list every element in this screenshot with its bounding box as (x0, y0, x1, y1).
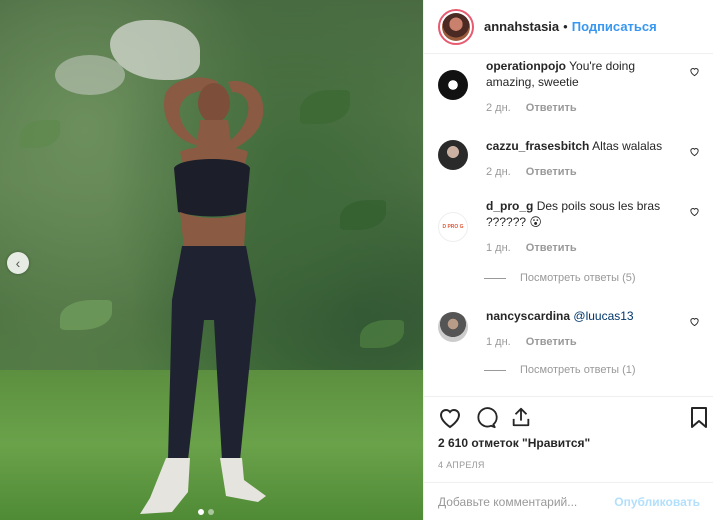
comment-meta: 2 дн. Ответить (486, 166, 577, 178)
likes-count[interactable]: 2 610 отметок "Нравится" (438, 436, 590, 450)
view-replies-label: Посмотреть ответы (1) (520, 364, 636, 376)
heart-icon[interactable] (438, 407, 462, 429)
comment-username[interactable]: nancyscardina (486, 309, 570, 323)
comment-body: cazzu_frasesbitch Altas walalas (486, 138, 686, 154)
post-photo[interactable]: ‹ (0, 0, 423, 520)
follow-button[interactable]: Подписаться (572, 19, 657, 34)
comment-item: operationpojo You're doing amazing, swee… (438, 58, 708, 122)
post-actions (424, 396, 713, 436)
carousel-prev-button[interactable]: ‹ (7, 252, 29, 274)
header-separator: • (563, 19, 568, 34)
comment-item: cazzu_frasesbitch Altas walalas 2 дн. От… (438, 134, 708, 184)
carousel-dot (208, 509, 214, 515)
comment-body: nancyscardina @luucas13 (486, 308, 686, 324)
comment-time: 1 дн. (486, 336, 511, 348)
comment-like-icon[interactable] (689, 316, 700, 327)
author-avatar[interactable] (438, 8, 474, 45)
post-side-panel: annahstasia • Подписаться operationpojo … (423, 0, 713, 520)
carousel-dot-active (198, 509, 204, 515)
comment-avatar[interactable]: D PRO G (438, 212, 468, 242)
comment-body: d_pro_g Des poils sous les bras ?????? 😮 (486, 198, 686, 230)
bookmark-icon[interactable] (690, 407, 708, 429)
share-icon[interactable] (510, 406, 532, 428)
view-replies-label: Посмотреть ответы (5) (520, 272, 636, 284)
author-username[interactable]: annahstasia (484, 19, 559, 34)
replies-line (484, 369, 506, 371)
comment-text: Altas walalas (592, 139, 663, 153)
avatar-logo-text: D PRO G (442, 224, 464, 230)
comment-like-icon[interactable] (689, 146, 700, 157)
comment-username[interactable]: cazzu_frasesbitch (486, 139, 589, 153)
comment-avatar[interactable] (438, 312, 468, 342)
reply-button[interactable]: Ответить (526, 166, 577, 178)
comment-meta: 2 дн. Ответить (486, 102, 577, 114)
comment-meta: 1 дн. Ответить (486, 336, 577, 348)
comment-time: 1 дн. (486, 242, 511, 254)
view-replies-button[interactable]: Посмотреть ответы (5) (484, 272, 636, 284)
reply-button[interactable]: Ответить (526, 242, 577, 254)
post-date[interactable]: 4 АПРЕЛЯ (438, 460, 485, 470)
comment-input[interactable]: Добавьте комментарий... (438, 495, 614, 509)
comment-like-icon[interactable] (689, 66, 700, 77)
comment-like-icon[interactable] (689, 206, 700, 217)
carousel-dots (198, 509, 214, 515)
comment-time: 2 дн. (486, 102, 511, 114)
comment-body: operationpojo You're doing amazing, swee… (486, 58, 686, 90)
comment-username[interactable]: operationpojo (486, 59, 566, 73)
comment-avatar[interactable] (438, 140, 468, 170)
person-figure (140, 77, 266, 514)
comment-username[interactable]: d_pro_g (486, 199, 533, 213)
comment-meta: 1 дн. Ответить (486, 242, 577, 254)
comment-item: nancyscardina @luucas13 1 дн. Ответить П… (438, 306, 708, 386)
reply-button[interactable]: Ответить (526, 336, 577, 348)
comment-mention-link[interactable]: @luucas13 (573, 309, 633, 323)
comment-item: D PRO G d_pro_g Des poils sous les bras … (438, 198, 708, 288)
publish-button[interactable]: Опубликовать (614, 495, 700, 509)
comment-composer: Добавьте комментарий... Опубликовать (424, 482, 713, 520)
replies-line (484, 277, 506, 279)
reply-button[interactable]: Ответить (526, 102, 577, 114)
post-header: annahstasia • Подписаться (424, 0, 713, 54)
comment-avatar[interactable] (438, 70, 468, 100)
comments-list: operationpojo You're doing amazing, swee… (424, 54, 713, 396)
comment-icon[interactable] (474, 407, 498, 429)
comment-time: 2 дн. (486, 166, 511, 178)
view-replies-button[interactable]: Посмотреть ответы (1) (484, 364, 636, 376)
prev-arrow-icon: ‹ (15, 255, 21, 271)
